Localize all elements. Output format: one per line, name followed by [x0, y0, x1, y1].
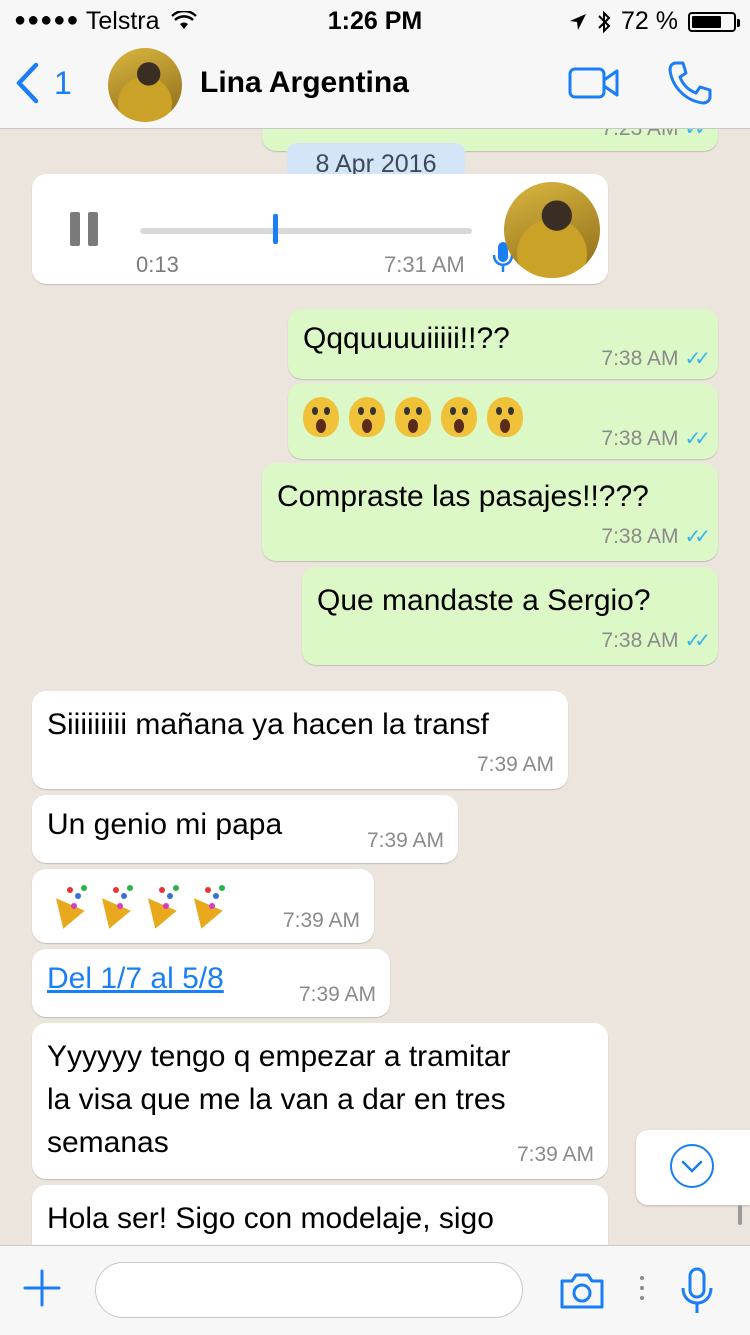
screaming-face-emoji-icon [303, 397, 339, 437]
bluetooth-icon [598, 10, 611, 33]
plus-icon[interactable] [22, 1268, 62, 1308]
read-ticks-icon: ✓✓ [684, 526, 710, 548]
message-bubble[interactable]: 7:38 AM ✓✓ [288, 383, 718, 459]
emoji-row [47, 883, 225, 923]
date-link[interactable]: Del 1/7 al 5/8 [47, 957, 224, 1000]
party-popper-emoji-icon [93, 883, 133, 923]
message-input[interactable] [95, 1262, 523, 1318]
message-time: 7:38 AM [601, 628, 679, 652]
contact-avatar[interactable] [108, 48, 182, 122]
message-bubble[interactable]: Del 1/7 al 5/8 7:39 AM [32, 949, 390, 1017]
message-text: Yyyyyy tengo q empezar a tramitar la vis… [47, 1040, 511, 1159]
message-bubble[interactable]: 7:39 AM [32, 869, 374, 943]
chat-header: 1 Lina Argentina [0, 40, 750, 129]
microphone-icon[interactable] [680, 1266, 714, 1316]
sender-avatar [504, 182, 600, 278]
scroll-to-bottom-button[interactable] [636, 1130, 750, 1205]
message-text: Un genio mi papa [47, 808, 283, 841]
pause-button[interactable] [70, 212, 98, 246]
phone-call-icon[interactable] [666, 60, 714, 106]
message-text: Hola ser! Sigo con modelaje, sigo [47, 1202, 494, 1235]
message-text: Qqquuuuiiiii!!?? [303, 322, 510, 355]
party-popper-emoji-icon [139, 883, 179, 923]
message-time: 7:39 AM [516, 1143, 594, 1166]
read-ticks-icon: ✓✓ [684, 348, 710, 370]
location-arrow-icon [570, 13, 587, 30]
message-text: Que mandaste a Sergio? [317, 584, 651, 617]
message-bubble[interactable]: Hola ser! Sigo con modelaje, sigo [32, 1185, 608, 1245]
message-text: Compraste las pasajes!!??? [277, 480, 649, 513]
scrollbar[interactable] [738, 1205, 742, 1225]
message-bubble[interactable]: Un genio mi papa 7:39 AM [32, 795, 458, 863]
read-ticks-icon: ✓✓ [684, 129, 710, 140]
message-time: 7:38 AM [601, 426, 679, 450]
message-time: 7:39 AM [282, 909, 360, 932]
message-bubble[interactable]: Siiiiiiiii mañana ya hacen la transf 7:3… [32, 691, 568, 789]
chevron-down-icon [681, 1160, 703, 1173]
audio-progress-track[interactable] [140, 228, 472, 234]
battery-fill [692, 15, 721, 28]
audio-progress-handle[interactable] [273, 214, 278, 244]
message-time: 7:39 AM [476, 753, 554, 776]
message-time: 7:23 AM [601, 129, 678, 141]
screaming-face-emoji-icon [349, 397, 385, 437]
more-icon[interactable] [640, 1276, 644, 1300]
party-popper-emoji-icon [47, 883, 87, 923]
read-ticks-icon: ✓✓ [684, 428, 710, 450]
battery-percent: 72 % [621, 7, 678, 35]
message-time: 7:38 AM [601, 346, 679, 370]
back-button[interactable]: 1 [14, 62, 72, 104]
message-time: 7:38 AM [601, 524, 679, 548]
voice-message[interactable]: 0:13 7:31 AM [32, 174, 608, 284]
unread-count: 1 [54, 64, 72, 101]
camera-icon[interactable] [558, 1272, 606, 1310]
video-call-icon[interactable] [568, 66, 620, 100]
message-bubble[interactable]: Compraste las pasajes!!??? 7:38 AM ✓✓ [262, 463, 718, 561]
screaming-face-emoji-icon [487, 397, 523, 437]
chevron-left-icon [16, 62, 39, 104]
chat-area[interactable]: 7:23 AM✓✓ 8 Apr 2016 0:13 7:31 AM Qqquuu… [0, 129, 750, 1245]
message-bubble[interactable]: Qqquuuuiiiii!!?? 7:38 AM ✓✓ [288, 309, 718, 379]
emoji-row [303, 397, 523, 437]
audio-duration: 0:13 [136, 252, 179, 277]
message-text: Siiiiiiiii mañana ya hacen la transf [47, 708, 489, 741]
party-popper-emoji-icon [185, 883, 225, 923]
message-time: 7:31 AM [384, 252, 465, 277]
contact-name[interactable]: Lina Argentina [200, 66, 409, 100]
screaming-face-emoji-icon [395, 397, 431, 437]
read-ticks-icon: ✓✓ [684, 630, 710, 652]
composer-bar [0, 1245, 750, 1335]
battery-icon [688, 11, 740, 32]
message-bubble[interactable]: Que mandaste a Sergio? 7:38 AM ✓✓ [302, 567, 718, 665]
message-bubble[interactable]: Yyyyyy tengo q empezar a tramitar la vis… [32, 1023, 608, 1179]
screaming-face-emoji-icon [441, 397, 477, 437]
status-bar: ●●●●● Telstra 1:26 PM 72 % [0, 0, 750, 40]
message-time: 7:39 AM [366, 829, 444, 852]
message-time: 7:39 AM [298, 983, 376, 1006]
